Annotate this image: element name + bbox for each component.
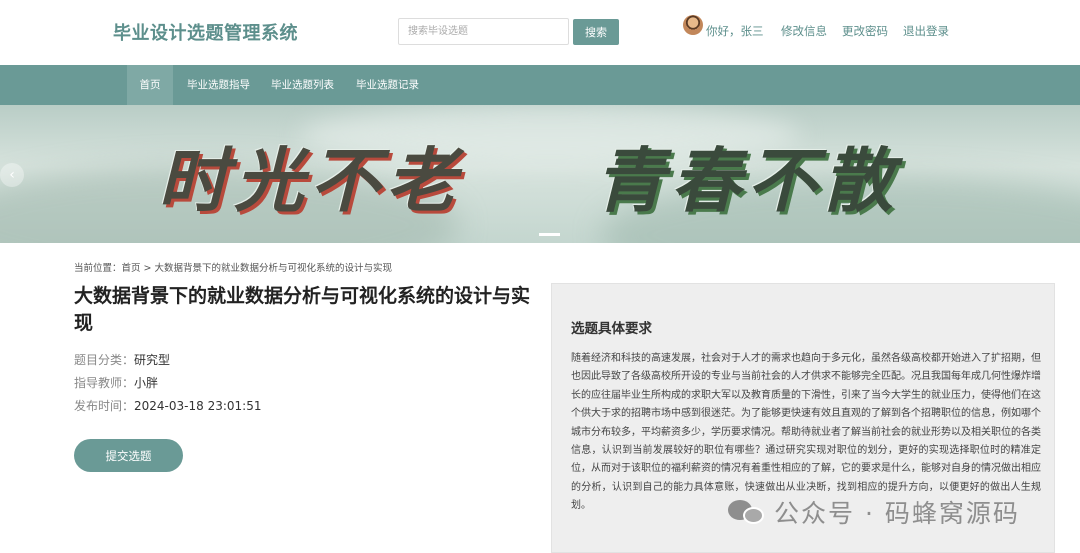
topic-title: 大数据背景下的就业数据分析与可视化系统的设计与实现 <box>74 285 531 334</box>
breadcrumb-home-link[interactable]: 首页 <box>122 263 141 274</box>
teacher-label: 指导教师： <box>74 376 135 390</box>
requirements-body: 随着经济和科技的高速发展，社会对于人才的需求也趋向于多元化，虽然各级高校都开始进… <box>571 353 1041 512</box>
logout-link[interactable]: 退出登录 <box>903 23 949 39</box>
banner-carousel: 时光不老 青春不散 ‹ <box>0 105 1080 243</box>
banner-text-left: 时光不老 <box>158 139 462 222</box>
breadcrumb: 当前位置：首页 > 大数据背景下的就业数据分析与可视化系统的设计与实现 <box>74 260 392 274</box>
category-value: 研究型 <box>134 353 171 367</box>
breadcrumb-current: 大数据背景下的就业数据分析与可视化系统的设计与实现 <box>154 263 393 274</box>
time-label: 发布时间： <box>74 399 135 413</box>
carousel-indicator[interactable] <box>539 233 560 236</box>
teacher-value: 小胖 <box>134 376 159 390</box>
carousel-prev-icon[interactable]: ‹ <box>0 163 24 187</box>
banner-text-right: 青春不散 <box>595 139 899 222</box>
topic-time-row: 发布时间：2024-03-18 23:01:51 <box>74 397 261 414</box>
nav-item-topic-records[interactable]: 毕业选题记录 <box>356 65 419 105</box>
search-button[interactable]: 搜索 <box>573 19 619 45</box>
site-logo[interactable]: 毕业设计选题管理系统 <box>113 19 298 45</box>
search-input[interactable] <box>398 18 569 45</box>
nav-item-guidance[interactable]: 毕业选题指导 <box>187 65 250 105</box>
wechat-icon <box>728 498 766 526</box>
nav-item-topic-list[interactable]: 毕业选题列表 <box>271 65 334 105</box>
nav-item-home[interactable]: 首页 <box>127 65 173 105</box>
user-greeting: 你好，张三 <box>706 24 764 38</box>
header: 毕业设计选题管理系统 搜索 你好，张三 修改信息 更改密码 退出登录 <box>0 0 1080 65</box>
main-nav: 首页 毕业选题指导 毕业选题列表 毕业选题记录 <box>0 65 1080 105</box>
change-password-link[interactable]: 更改密码 <box>842 23 888 39</box>
requirements-title: 选题具体要求 <box>571 321 652 337</box>
breadcrumb-prefix: 当前位置： <box>74 263 122 274</box>
watermark-text: 公众号 · 码蜂窝源码 <box>774 499 1020 528</box>
topic-category-row: 题目分类：研究型 <box>74 351 170 368</box>
edit-info-link[interactable]: 修改信息 <box>781 23 827 39</box>
time-value: 2024-03-18 23:01:51 <box>134 399 262 413</box>
breadcrumb-separator: > <box>140 263 155 274</box>
category-label: 题目分类： <box>74 353 135 367</box>
user-avatar[interactable] <box>683 15 703 35</box>
topic-teacher-row: 指导教师：小胖 <box>74 374 158 391</box>
watermark: 公众号 · 码蜂窝源码 <box>728 494 1020 530</box>
submit-topic-button[interactable]: 提交选题 <box>74 439 183 472</box>
